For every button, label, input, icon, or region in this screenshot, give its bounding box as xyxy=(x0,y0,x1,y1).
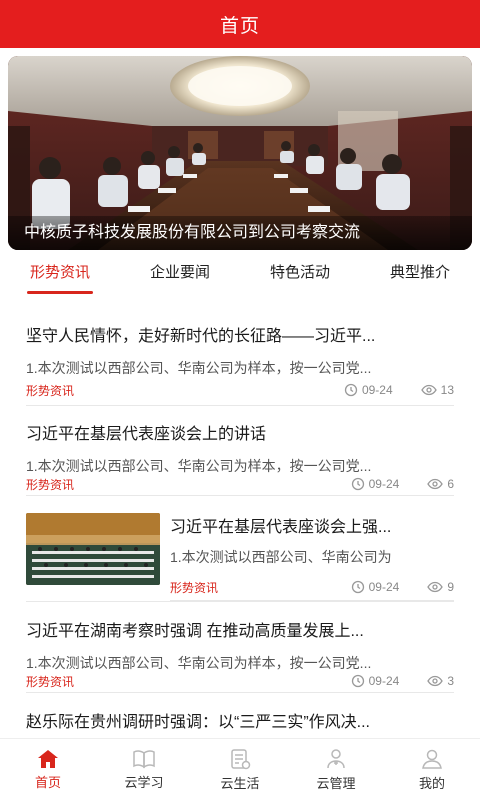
user-profile-icon xyxy=(421,748,443,770)
divider xyxy=(26,601,454,602)
news-title: 坚守人民情怀，走好新时代的长征路——习近平... xyxy=(26,328,376,345)
clock-icon xyxy=(351,580,365,594)
news-item[interactable]: 习近平在基层代表座谈会上强... 1.本次测试以西部公司、华南公司为 形势资讯 … xyxy=(170,513,454,601)
news-date: 09-24 xyxy=(368,477,400,491)
book-icon xyxy=(132,749,156,769)
banner-carousel[interactable]: 中核质子科技发展股份有限公司到公司考察交流 xyxy=(8,56,472,250)
tabbar-cloud-management[interactable]: 云管理 xyxy=(288,739,384,800)
news-title: 习近平在基层代表座谈会上强... xyxy=(170,519,392,536)
news-meta: 形势资讯 09-24 9 xyxy=(170,579,454,595)
news-category-tag: 形势资讯 xyxy=(26,477,75,492)
app-header: 首页 xyxy=(0,0,480,48)
life-document-icon xyxy=(229,748,251,770)
news-title: 习近平在湖南考察时强调 在推动高质量发展上... xyxy=(26,623,364,640)
tabbar-label: 云管理 xyxy=(316,775,356,791)
tab-situation-news[interactable]: 形势资讯 xyxy=(0,256,120,296)
tabbar-label: 首页 xyxy=(34,774,61,790)
news-thumbnail xyxy=(26,513,160,585)
news-meta: 形势资讯 09-24 6 xyxy=(26,476,454,492)
tabbar-cloud-life[interactable]: 云生活 xyxy=(192,739,288,800)
news-date: 09-24 xyxy=(361,383,393,397)
news-item[interactable]: 坚守人民情怀，走好新时代的长征路——习近平... 1.本次测试以西部公司、华南公… xyxy=(26,322,454,406)
eye-icon xyxy=(427,478,444,490)
news-views: 9 xyxy=(447,580,454,594)
news-category-tag: 形势资讯 xyxy=(170,580,219,595)
tab-company-news[interactable]: 企业要闻 xyxy=(120,256,240,296)
news-views: 13 xyxy=(440,383,454,397)
news-summary: 1.本次测试以西部公司、华南公司为 xyxy=(170,549,392,565)
eye-icon xyxy=(427,675,444,687)
home-icon xyxy=(37,749,59,769)
news-item[interactable]: 习近平在湖南考察时强调 在推动高质量发展上... 1.本次测试以西部公司、华南公… xyxy=(26,617,454,693)
news-item[interactable]: 赵乐际在贵州调研时强调：以“三严三实”作风决... xyxy=(26,708,454,738)
manage-person-icon xyxy=(325,748,347,770)
news-summary: 1.本次测试以西部公司、华南公司为样本，按一公司党... xyxy=(26,655,372,671)
news-date: 09-24 xyxy=(368,580,400,594)
tabbar-label: 我的 xyxy=(418,775,445,791)
page-title: 首页 xyxy=(219,15,260,37)
news-date: 09-24 xyxy=(368,674,400,688)
news-title: 习近平在基层代表座谈会上的讲话 xyxy=(26,426,267,443)
tabbar-mine[interactable]: 我的 xyxy=(384,739,480,800)
eye-icon xyxy=(427,581,444,593)
clock-icon xyxy=(351,477,365,491)
category-tabs: 形势资讯 企业要闻 特色活动 典型推介 xyxy=(0,256,480,296)
tabbar-cloud-learning[interactable]: 云学习 xyxy=(96,739,192,800)
news-summary: 1.本次测试以西部公司、华南公司为样本，按一公司党... xyxy=(26,458,372,474)
tab-featured-activities[interactable]: 特色活动 xyxy=(240,256,360,296)
news-views: 6 xyxy=(447,477,454,491)
news-title: 赵乐际在贵州调研时强调：以“三严三实”作风决... xyxy=(26,714,370,731)
bottom-tab-bar: 首页 云学习 云生活 云管理 我的 xyxy=(0,738,480,800)
news-summary: 1.本次测试以西部公司、华南公司为样本，按一公司党... xyxy=(26,360,372,376)
tabbar-home[interactable]: 首页 xyxy=(0,739,96,800)
tab-typical-recommendations[interactable]: 典型推介 xyxy=(360,256,480,296)
tabbar-label: 云学习 xyxy=(124,774,164,790)
news-views: 3 xyxy=(447,674,454,688)
clock-icon xyxy=(351,674,365,688)
news-item[interactable]: 习近平在基层代表座谈会上的讲话 1.本次测试以西部公司、华南公司为样本，按一公司… xyxy=(26,420,454,496)
banner-caption: 中核质子科技发展股份有限公司到公司考察交流 xyxy=(8,216,472,250)
eye-icon xyxy=(420,384,437,396)
news-category-tag: 形势资讯 xyxy=(26,674,75,689)
tabbar-label: 云生活 xyxy=(220,775,260,791)
news-category-tag: 形势资讯 xyxy=(26,383,75,398)
clock-icon xyxy=(344,383,358,397)
news-meta: 形势资讯 09-24 13 xyxy=(26,382,454,398)
news-meta: 形势资讯 09-24 3 xyxy=(26,673,454,689)
